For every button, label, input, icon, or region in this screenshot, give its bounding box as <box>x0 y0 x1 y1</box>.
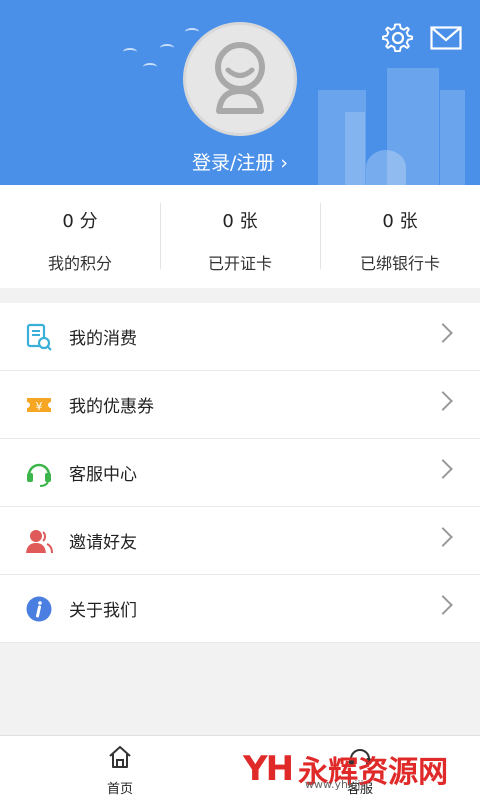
menu-item-coupons[interactable]: ¥ 我的优惠券 <box>0 371 480 439</box>
stat-label: 已绑银行卡 <box>359 254 440 273</box>
message-envelope-icon[interactable] <box>430 26 462 50</box>
headset-icon <box>27 463 51 487</box>
stat-value: 0 分 <box>62 211 98 232</box>
menu-item-label: 客服中心 <box>69 465 137 485</box>
bird-decoration <box>143 63 157 71</box>
stats-panel: 0 分 我的积分 0 张 已开证卡 0 张 已绑银行卡 <box>0 185 480 288</box>
chevron-right-icon <box>433 391 453 411</box>
stat-bank-cards[interactable]: 0 张 已绑银行卡 <box>320 185 480 288</box>
info-icon <box>26 596 52 621</box>
menu-list: 我的消费 ¥ 我的优惠券 客服中心 邀请好友 关于我们 <box>0 303 480 643</box>
bird-decoration <box>160 44 174 52</box>
stat-value: 0 张 <box>222 211 258 232</box>
bird-decoration <box>123 48 137 56</box>
menu-item-about-us[interactable]: 关于我们 <box>0 575 480 643</box>
home-icon <box>109 746 131 768</box>
chevron-right-icon <box>433 459 453 479</box>
watermark: YH 永辉资源网 www.yhkjjj <box>243 740 448 798</box>
chevron-right-icon <box>433 527 453 547</box>
menu-item-consumption[interactable]: 我的消费 <box>0 303 480 371</box>
menu-item-label: 我的优惠券 <box>69 397 154 417</box>
svg-text:¥: ¥ <box>36 400 43 413</box>
avatar[interactable] <box>183 22 297 136</box>
user-placeholder-icon <box>215 42 265 114</box>
stat-value: 0 张 <box>382 211 418 232</box>
profile-header: 登录/注册 › <box>0 0 480 185</box>
watermark-logo: YH <box>243 749 294 789</box>
invite-user-icon <box>26 529 53 553</box>
menu-item-label: 关于我们 <box>69 601 137 621</box>
stat-cards-issued[interactable]: 0 张 已开证卡 <box>160 185 320 288</box>
tab-label: 首页 <box>106 782 133 797</box>
menu-item-invite-friends[interactable]: 邀请好友 <box>0 507 480 575</box>
settings-gear-icon[interactable] <box>382 22 414 54</box>
watermark-url: www.yhkjjj <box>305 778 364 791</box>
menu-item-label: 我的消费 <box>69 329 137 349</box>
chevron-right-icon <box>433 595 453 615</box>
chevron-right-icon <box>433 323 453 343</box>
stat-label: 我的积分 <box>47 254 112 273</box>
tab-home[interactable]: 首页 <box>0 736 240 801</box>
receipt-icon <box>26 323 52 351</box>
coupon-icon: ¥ <box>27 397 51 413</box>
login-register-link[interactable]: 登录/注册 › <box>0 148 480 175</box>
menu-item-label: 邀请好友 <box>69 533 137 553</box>
stat-points[interactable]: 0 分 我的积分 <box>0 185 160 288</box>
stat-label: 已开证卡 <box>207 254 272 273</box>
menu-item-customer-service[interactable]: 客服中心 <box>0 439 480 507</box>
